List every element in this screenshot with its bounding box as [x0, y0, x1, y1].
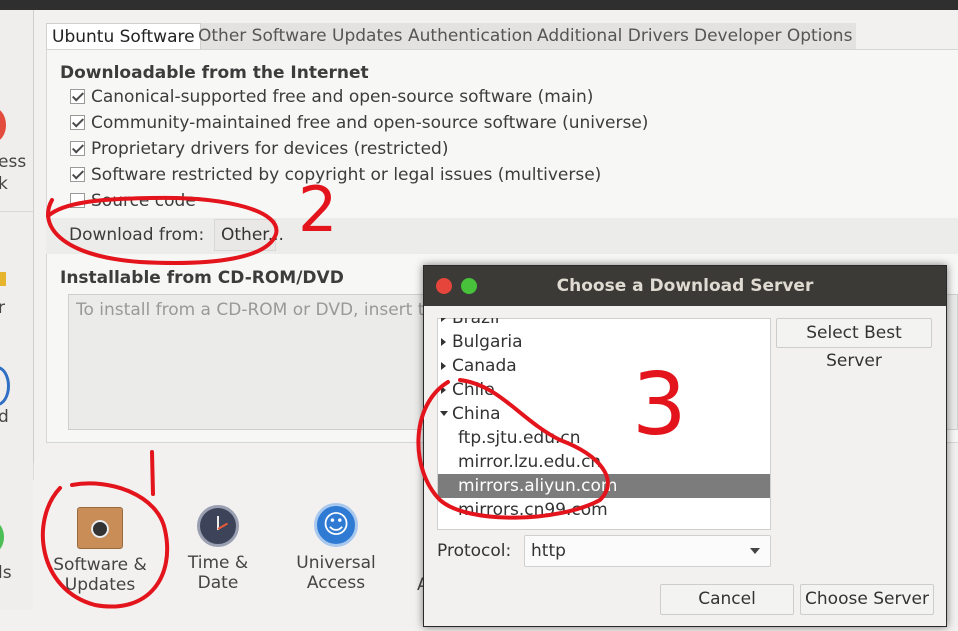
blue-app-icon	[0, 366, 10, 406]
annotation-number-3: 3	[632, 355, 687, 455]
launcher-label: Updates	[64, 575, 136, 595]
sidebar-fragment: ess	[0, 152, 27, 172]
protocol-combo[interactable]: http	[524, 535, 771, 567]
choose-server-button[interactable]: Choose Server	[800, 584, 934, 615]
tree-country-row[interactable]: Canada	[438, 354, 770, 378]
checkbox[interactable]	[70, 193, 85, 208]
sidebar-fragment: r	[0, 298, 5, 318]
section-heading-cdrom: Installable from CD-ROM/DVD	[60, 268, 344, 288]
tree-row-label: China	[452, 404, 501, 424]
tree-country-row[interactable]: Chile	[438, 378, 770, 402]
tab-other-software[interactable]: Other Software	[198, 23, 327, 49]
launcher-label: Date	[197, 573, 239, 593]
cancel-button[interactable]: Cancel	[660, 584, 794, 615]
tree-server-row[interactable]: mirror.lzu.edu.cn	[438, 450, 770, 474]
protocol-label: Protocol:	[437, 541, 512, 561]
component-main[interactable]: Canonical-supported free and open-source…	[70, 87, 593, 111]
tab-developer-options[interactable]: Developer Options	[694, 23, 852, 49]
divider	[0, 211, 33, 212]
component-label: Proprietary drivers for devices (restric…	[91, 139, 449, 159]
accessibility-icon: ☺	[314, 503, 358, 547]
tree-row-label: mirror.lzu.edu.cn	[458, 452, 602, 472]
green-app-icon	[0, 522, 4, 552]
red-app-icon	[0, 108, 6, 142]
tab-updates[interactable]: Updates	[332, 23, 402, 49]
expander-collapsed-icon[interactable]	[441, 386, 446, 394]
tree-row-label: mirrors.aliyun.com	[458, 476, 618, 496]
tab-ubuntu-software[interactable]: Ubuntu Software	[46, 23, 201, 50]
launcher-software-updates[interactable]: Software & Updates	[40, 507, 160, 595]
checkbox[interactable]	[70, 141, 85, 156]
sidebar-fragment: d	[0, 407, 9, 427]
tree-row-label: mirrors.cn99.com	[458, 500, 608, 520]
component-label: Source code	[91, 191, 196, 211]
annotation-number-2: 2	[298, 173, 338, 246]
launcher-time-date[interactable]: Time & Date	[158, 505, 278, 593]
tab-authentication[interactable]: Authentication	[408, 23, 533, 49]
tree-country-row[interactable]: Bulgaria	[438, 330, 770, 354]
tree-row-label: Bulgaria	[452, 332, 523, 352]
tree-country-row[interactable]: China	[438, 402, 770, 426]
tree-row-label: ftp.sjtu.edu.cn	[458, 428, 581, 448]
component-restricted[interactable]: Proprietary drivers for devices (restric…	[70, 139, 448, 163]
checkbox[interactable]	[70, 167, 85, 182]
cdrom-hint: To install from a CD-ROM or DVD, insert …	[76, 300, 446, 320]
launcher-label: Time &	[187, 553, 249, 573]
tree-row-label: Canada	[452, 356, 517, 376]
launcher-label: Universal	[296, 553, 376, 573]
tree-row-label: Chile	[452, 380, 495, 400]
chevron-down-icon[interactable]	[750, 548, 760, 554]
yellow-app-icon	[0, 272, 6, 286]
component-label: Community-maintained free and open-sourc…	[91, 113, 649, 133]
expander-collapsed-icon[interactable]	[441, 362, 446, 370]
clock-icon	[197, 505, 239, 547]
section-heading-internet: Downloadable from the Internet	[60, 63, 369, 83]
launcher-label: Access	[306, 573, 366, 593]
dialog-title: Choose a Download Server	[556, 276, 814, 296]
checkbox[interactable]	[70, 89, 85, 104]
expander-expanded-icon[interactable]	[440, 411, 448, 416]
component-label: Canonical-supported free and open-source…	[91, 87, 594, 107]
software-updates-icon	[77, 507, 123, 549]
settings-left-panel: ess k r d ls	[0, 10, 34, 610]
launcher-label: Software &	[53, 555, 147, 575]
tree-server-row-selected[interactable]: mirrors.aliyun.com	[438, 474, 770, 498]
component-label: Software restricted by copyright or lega…	[91, 165, 602, 185]
settings-titlebar	[0, 0, 958, 10]
download-server-combo[interactable]: Other...	[214, 219, 284, 251]
component-source-code[interactable]: Source code	[70, 191, 196, 215]
settings-launcher-row: Software & Updates Time & Date ☺ Univers…	[33, 480, 433, 610]
tree-server-row[interactable]: ftp.sjtu.edu.cn	[438, 426, 770, 450]
sidebar-fragment: k	[0, 174, 8, 194]
download-from-label: Download from:	[69, 225, 205, 245]
select-best-server-button[interactable]: Select Best Server	[776, 318, 932, 371]
expander-collapsed-icon[interactable]	[441, 338, 446, 346]
tab-bar: Ubuntu Software Other Software Updates A…	[46, 23, 856, 50]
launcher-universal-access[interactable]: ☺ Universal Access	[276, 503, 396, 593]
sidebar-fragment: ls	[0, 563, 12, 583]
component-universe[interactable]: Community-maintained free and open-sourc…	[70, 113, 648, 137]
tab-additional-drivers[interactable]: Additional Drivers	[537, 23, 689, 49]
checkbox[interactable]	[70, 115, 85, 130]
